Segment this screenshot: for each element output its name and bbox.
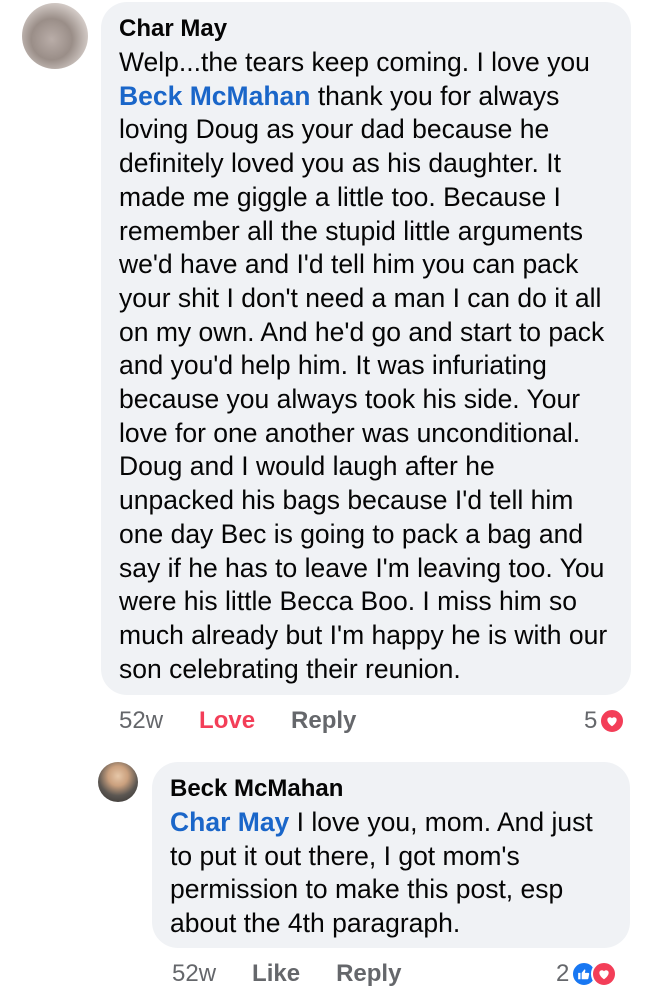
reply-button[interactable]: Reply [336, 960, 401, 988]
reaction-summary[interactable]: 2 [556, 960, 618, 988]
comment-author[interactable]: Char May [119, 12, 613, 46]
heart-icon [599, 708, 626, 734]
love-button[interactable]: Love [199, 707, 255, 735]
timestamp[interactable]: 52w [119, 707, 163, 735]
reply-button[interactable]: Reply [291, 707, 356, 735]
reaction-count: 2 [556, 960, 570, 987]
timestamp[interactable]: 52w [172, 960, 216, 988]
mention-link[interactable]: Char May [170, 807, 289, 837]
comment-text: Welp...the tears keep coming. I love you… [119, 46, 613, 686]
comment-bubble: Beck McMahan Char May I love you, mom. A… [152, 762, 630, 948]
avatar[interactable] [22, 3, 88, 69]
reaction-summary[interactable]: 5 [584, 707, 626, 735]
reaction-count: 5 [584, 707, 598, 734]
heart-icon [591, 961, 618, 987]
like-button[interactable]: Like [252, 960, 300, 988]
comment-actions: 52w Like Reply [172, 957, 401, 991]
comment-text: Char May I love you, mom. And just to pu… [170, 806, 612, 941]
avatar[interactable] [98, 762, 138, 802]
mention-link[interactable]: Beck McMahan [119, 81, 310, 111]
comment-author[interactable]: Beck McMahan [170, 772, 612, 806]
comment-text-part: Welp...the tears keep coming. I love you [119, 47, 590, 77]
comment-bubble: Char May Welp...the tears keep coming. I… [101, 2, 631, 695]
comment-actions: 52w Love Reply [119, 704, 356, 738]
comment-text-part: thank you for always loving Doug as your… [119, 80, 608, 684]
